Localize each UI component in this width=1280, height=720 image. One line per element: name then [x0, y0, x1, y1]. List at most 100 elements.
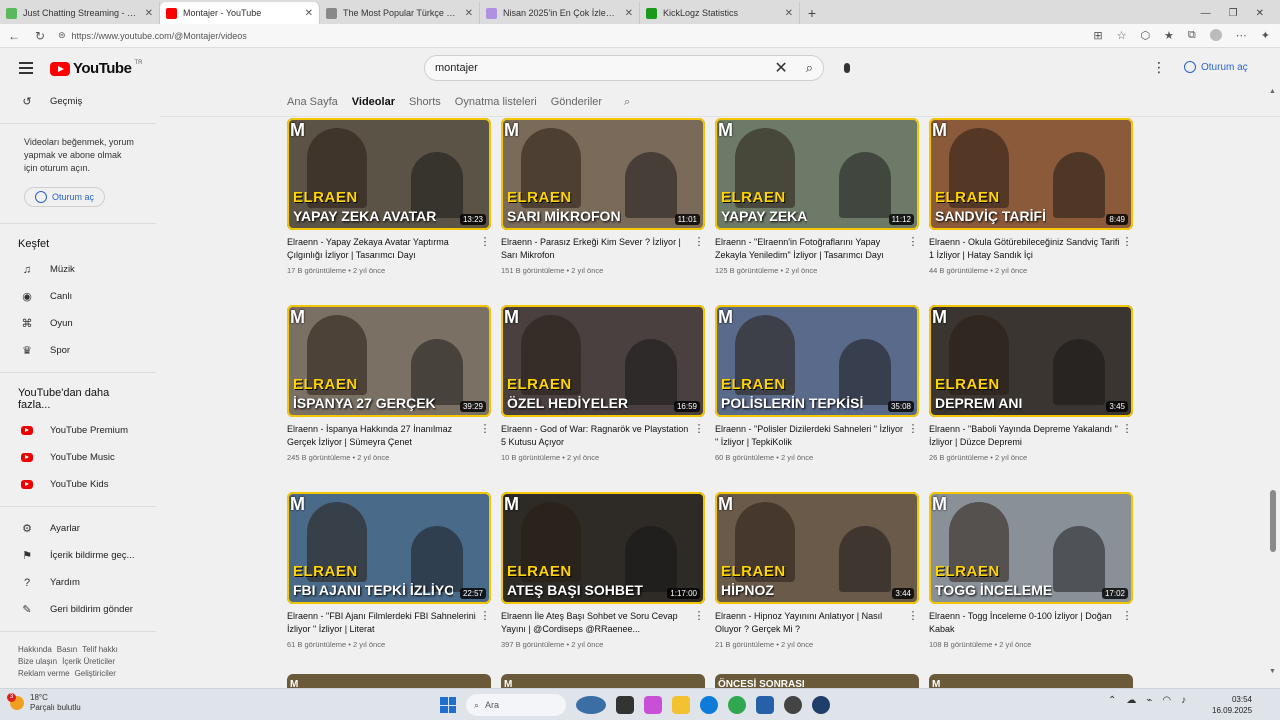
video-title[interactable]: Elraenn - "FBI Ajanı Filmlerdeki FBI Sah… [287, 610, 479, 636]
sidebar-item-youtube-app[interactable]: YouTube Kids [0, 471, 160, 498]
app-icon[interactable] [812, 696, 830, 714]
video-title[interactable]: Elraenn - İspanya Hakkında 27 İnanılmaz … [287, 423, 479, 449]
footer-link[interactable]: Hakkında [18, 645, 52, 654]
file-explorer-icon[interactable] [672, 696, 690, 714]
browser-tab[interactable]: Nisan 2025'in En Çok İzlenen 10 ✕ [480, 2, 640, 24]
channel-tab[interactable]: Videolar [352, 96, 395, 108]
footer-link[interactable]: Telif hakkı [82, 645, 118, 654]
weather-widget[interactable]: 3 18°C Parçalı bulutlu [7, 693, 81, 713]
footer-link[interactable]: Reklam verme [18, 669, 70, 678]
video-menu-icon[interactable]: ⋮ [1121, 610, 1133, 636]
close-tab-icon[interactable]: ✕ [625, 8, 633, 19]
whatsapp-icon[interactable] [728, 696, 746, 714]
sidebar-item-help[interactable]: ? Yardım [0, 569, 160, 596]
video-card[interactable]: M ELRAEN YAPAY ZEKA AVATAR 13:23 Elraenn - Y… [287, 118, 491, 305]
browser-menu-icon[interactable]: ⋯ [1236, 29, 1247, 42]
video-card[interactable]: M ELRAEN ÖZEL HEDİYELER 16:59 Elraenn - God … [501, 305, 705, 492]
video-title[interactable]: Elraenn - Yapay Zekaya Avatar Yaptırma Ç… [287, 236, 479, 262]
video-thumbnail[interactable]: M ELRAEN ÖZEL HEDİYELER 16:59 [501, 305, 705, 417]
sidebar-item-music[interactable]: ♫ Müzik [0, 256, 160, 283]
extensions-icon[interactable]: ⬡ [1140, 29, 1150, 42]
video-thumbnail[interactable]: M ELRAEN YAPAY ZEKA AVATAR 13:23 [287, 118, 491, 230]
video-title[interactable]: Elraenn - Okula Götürebileceğiniz Sandvi… [929, 236, 1121, 262]
video-card[interactable]: M ELRAEN SANDVİÇ TARİFİ 8:49 Elraenn - Okula… [929, 118, 1133, 305]
footer-link[interactable]: Basın [57, 645, 77, 654]
close-tab-icon[interactable]: ✕ [465, 8, 473, 19]
sidebar-item-youtube-app[interactable]: YouTube Premium [0, 417, 160, 444]
video-card[interactable]: M ELRAEN ATEŞ BAŞI SOHBET 1:17:00 Elraenn İl… [501, 492, 705, 679]
minimize-icon[interactable]: — [1201, 8, 1211, 19]
chevron-up-icon[interactable]: ⌃ [1108, 695, 1116, 706]
video-thumbnail[interactable]: M ELRAEN TOGG İNCELEME 17:02 [929, 492, 1133, 604]
video-thumbnail[interactable]: M ELRAEN FBI AJANI TEPKİ İZLİYOR 22:57 [287, 492, 491, 604]
video-title[interactable]: Elraenn - Togg İnceleme 0-100 İzliyor | … [929, 610, 1121, 636]
browser-tab[interactable]: Just Chatting Streaming - Live Str ✕ [0, 2, 160, 24]
url-field[interactable]: ⊜ https://www.youtube.com/@Montajer/vide… [58, 27, 1083, 45]
sidebar-item-youtube-app[interactable]: YouTube Music [0, 444, 160, 471]
video-thumbnail-partial[interactable]: M [287, 674, 491, 688]
video-menu-icon[interactable]: ⋮ [907, 236, 919, 262]
video-card[interactable]: M ELRAEN TOGG İNCELEME 17:02 Elraenn - Togg … [929, 492, 1133, 679]
channel-tab[interactable]: Ana Sayfa [287, 96, 338, 108]
video-title[interactable]: Elraenn - Hipnoz Yayınını Anlatıyor | Na… [715, 610, 907, 636]
cloud-icon[interactable]: ☁ [1126, 695, 1136, 706]
video-thumbnail[interactable]: M ELRAEN SARI MİKROFON 11:01 [501, 118, 705, 230]
wifi-icon[interactable]: ◠ [1162, 695, 1171, 706]
maximize-icon[interactable]: ❐ [1229, 8, 1238, 19]
video-menu-icon[interactable]: ⋮ [479, 423, 491, 449]
video-thumbnail-partial[interactable]: M [929, 674, 1133, 688]
footer-link[interactable]: Bize ulaşın [18, 657, 57, 666]
video-card[interactable]: M ELRAEN FBI AJANI TEPKİ İZLİYOR 22:57 Elrae… [287, 492, 491, 679]
network-icon[interactable]: ⌁ [1146, 695, 1152, 706]
edge-browser-icon[interactable] [700, 696, 718, 714]
video-title[interactable]: Elraenn - God of War: Ragnarök ve Playst… [501, 423, 693, 449]
video-title[interactable]: Elraenn İle Ateş Başı Sohbet ve Soru Cev… [501, 610, 693, 636]
taskbar-clock[interactable]: 03:54 16.09.2025 [1212, 694, 1252, 716]
sidebar-item-flag[interactable]: ⚑ İçerik bildirme geç... [0, 542, 160, 569]
video-thumbnail[interactable]: M ELRAEN İSPANYA 27 GERÇEK 39:29 [287, 305, 491, 417]
video-thumbnail-partial[interactable]: M [501, 674, 705, 688]
search-icon[interactable]: ⌕ [806, 60, 813, 76]
video-thumbnail[interactable]: M ELRAEN POLİSLERİN TEPKİSİ 35:08 [715, 305, 919, 417]
channel-tab[interactable]: Gönderiler [551, 96, 602, 108]
video-card[interactable]: M ELRAEN POLİSLERİN TEPKİSİ 35:08 Elraenn - … [715, 305, 919, 492]
browser-tab[interactable]: The Most Popular Türkçe Kick Str ✕ [320, 2, 480, 24]
microphone-icon[interactable] [838, 59, 856, 77]
sidebar-item-gear[interactable]: ⚙ Ayarlar [0, 515, 160, 542]
video-thumbnail[interactable]: M ELRAEN ATEŞ BAŞI SOHBET 1:17:00 [501, 492, 705, 604]
video-menu-icon[interactable]: ⋮ [907, 423, 919, 449]
site-info-icon[interactable]: ⊜ [58, 30, 66, 41]
video-menu-icon[interactable]: ⋮ [693, 610, 705, 636]
close-window-icon[interactable]: ✕ [1256, 8, 1264, 19]
channel-tab[interactable]: Shorts [409, 96, 441, 108]
browser-tab[interactable]: KickLogz Statistics ✕ [640, 2, 800, 24]
copilot-icon[interactable]: ✦ [1261, 29, 1270, 42]
video-thumbnail-partial[interactable]: ÖNCESİ SONRASI [715, 674, 919, 688]
browser-tab[interactable]: Montajer - YouTube ✕ [160, 2, 320, 24]
sidebar-signin-button[interactable]: Oturum aç [24, 187, 106, 207]
scrollbar-thumb[interactable] [1270, 490, 1276, 552]
search-input[interactable]: montajer ✕ ⌕ [424, 55, 824, 81]
channel-search-icon[interactable]: ⌕ [624, 96, 630, 109]
page-scrollbar[interactable]: ▲ ▼ [1268, 88, 1278, 688]
back-icon[interactable]: ← [6, 29, 22, 43]
store-icon[interactable] [756, 696, 774, 714]
video-title[interactable]: Elraenn - "Elraenn'in Fotoğraflarını Yap… [715, 236, 907, 262]
close-tab-icon[interactable]: ✕ [305, 8, 313, 19]
scroll-down-icon[interactable]: ▼ [1269, 668, 1276, 675]
apps-icon[interactable]: ⊞ [1093, 29, 1102, 42]
video-title[interactable]: Elraenn - Parasız Erkeği Kim Sever ? İzl… [501, 236, 693, 262]
video-thumbnail[interactable]: M ELRAEN SANDVİÇ TARİFİ 8:49 [929, 118, 1133, 230]
sidebar-item-history[interactable]: ↺ Geçmiş [0, 88, 160, 115]
widget-icon[interactable] [576, 696, 606, 714]
video-card[interactable]: M ELRAEN DEPREM ANI 3:45 Elraenn - "Baboli Y… [929, 305, 1133, 492]
video-menu-icon[interactable]: ⋮ [693, 236, 705, 262]
app-icon[interactable] [784, 696, 802, 714]
close-tab-icon[interactable]: ✕ [785, 8, 793, 19]
video-menu-icon[interactable]: ⋮ [479, 610, 491, 636]
profile-avatar[interactable] [1209, 29, 1222, 41]
video-thumbnail[interactable]: M ELRAEN YAPAY ZEKA 11:12 [715, 118, 919, 230]
video-menu-icon[interactable]: ⋮ [479, 236, 491, 262]
copilot-app-icon[interactable] [644, 696, 662, 714]
video-thumbnail[interactable]: M ELRAEN HİPNOZ 3:44 [715, 492, 919, 604]
